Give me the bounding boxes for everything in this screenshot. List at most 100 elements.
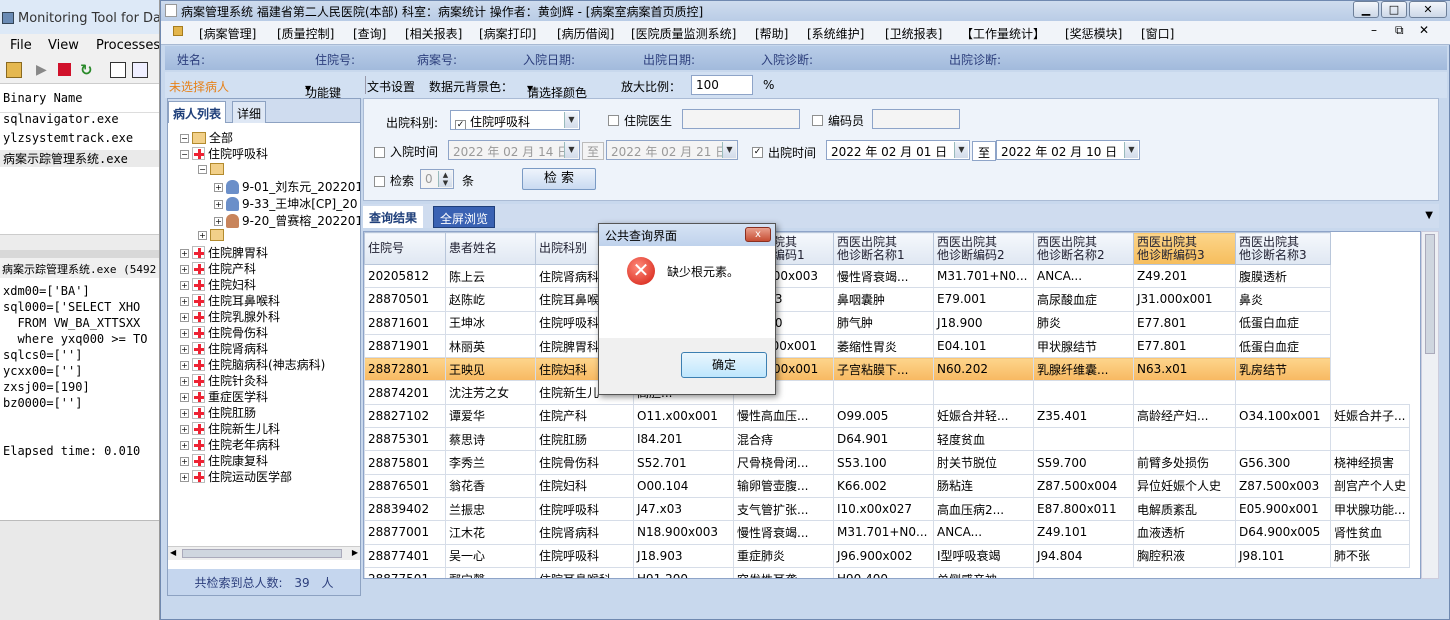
menu-item[interactable]: [病案打印]	[479, 25, 536, 42]
table-cell[interactable]: 高龄经产妇...	[1133, 403, 1236, 429]
calendar-dropdown-icon[interactable]: ▼	[954, 142, 968, 158]
dialog-close-button[interactable]: x	[745, 227, 771, 242]
table-cell[interactable]: I10.x00x027	[833, 496, 934, 522]
table-cell[interactable]: O99.005	[833, 403, 934, 429]
window-icon[interactable]	[110, 62, 126, 78]
column-header[interactable]: 患者姓名	[445, 232, 536, 265]
tree-dept[interactable]: + 住院产科	[180, 260, 256, 277]
chevron-down-icon[interactable]: ▼	[564, 112, 578, 128]
table-cell[interactable]: H90.400	[833, 566, 934, 578]
menu-item[interactable]: [病案管理]	[199, 25, 256, 42]
table-row[interactable]: 28839402 兰振忠 住院呼吸科 J47.x03 支气管扩张... I10.x00x0…	[364, 496, 1411, 522]
doctor-checkbox[interactable]	[608, 115, 619, 126]
collapse-icon[interactable]: −	[180, 150, 189, 159]
dept-checkbox[interactable]: ✓	[455, 120, 466, 129]
mdi-restore-icon[interactable]: ⧉	[1395, 23, 1404, 38]
open-icon[interactable]	[6, 62, 22, 78]
column-header[interactable]: 西医出院其 他诊断编码3	[1133, 232, 1236, 265]
expand-icon[interactable]: +	[214, 183, 223, 192]
expand-icon[interactable]: +	[180, 409, 189, 418]
column-header[interactable]: 住院号	[364, 232, 446, 265]
menu-item[interactable]: [相关报表]	[405, 25, 462, 42]
table-cell[interactable]	[1033, 427, 1134, 452]
expand-icon[interactable]: +	[180, 329, 189, 338]
table-cell[interactable]: 20205812	[364, 263, 446, 289]
table-cell[interactable]: 王映见	[445, 357, 536, 382]
table-cell[interactable]: 28875301	[364, 427, 446, 452]
calendar-dropdown-icon[interactable]: ▼	[1124, 142, 1138, 158]
tree-dept[interactable]: + 住院针灸科	[180, 372, 268, 389]
table-row[interactable]: 28875301 蔡思诗 住院肛肠 I84.201 混合痔 D64.901 轻度贫血	[364, 427, 1411, 452]
table-cell[interactable]: 江木花	[445, 520, 536, 545]
table-cell[interactable]	[833, 380, 934, 405]
table-cell[interactable]: K66.002	[833, 473, 934, 498]
table-cell[interactable]: 28871601	[364, 310, 446, 335]
table-cell[interactable]: O34.100x001	[1235, 403, 1331, 429]
table-cell[interactable]: O11.x00x001	[633, 403, 734, 429]
tree-patient[interactable]: +9-33_王坤冰[CP]_20	[214, 195, 357, 212]
table-cell[interactable]: 慢性肾衰竭...	[833, 263, 934, 289]
table-cell[interactable]: Z49.201	[1133, 263, 1236, 289]
tree-patient[interactable]: +9-01_刘东元_202201	[214, 178, 360, 195]
table-cell[interactable]: Z49.101	[1033, 520, 1134, 545]
table-cell[interactable]: J94.804	[1033, 543, 1134, 568]
table-cell[interactable]: 肺气肿	[833, 310, 934, 335]
tab-fullscreen[interactable]: 全屏浏览	[433, 206, 496, 228]
play-icon[interactable]: ▶	[36, 62, 52, 78]
expand-icon[interactable]: +	[180, 441, 189, 450]
table-cell[interactable]: Z87.500x003	[1235, 473, 1331, 498]
expand-icon[interactable]: +	[180, 313, 189, 322]
table-cell[interactable]: ANCA...	[933, 520, 1034, 545]
search-count-spinner[interactable]: 0 ▲ ▼	[420, 169, 454, 189]
expand-icon[interactable]: +	[180, 457, 189, 466]
bg-menu-view[interactable]: View	[48, 38, 79, 53]
list-icon[interactable]	[132, 62, 148, 78]
binary-item-selected[interactable]: 病案示踪管理系统.exe	[0, 150, 159, 167]
tree-dept[interactable]: + 住院脑病科(神志病科)	[180, 356, 325, 373]
tree-node-dept-open[interactable]: − 住院呼吸科	[180, 145, 268, 162]
table-cell[interactable]: 支气管扩张...	[733, 496, 834, 522]
collapse-icon[interactable]: −	[198, 165, 207, 174]
table-cell[interactable]: E05.900x001	[1235, 496, 1331, 522]
table-cell[interactable]: 甲状腺功能...	[1329, 496, 1411, 522]
table-cell[interactable]: 住院产科	[535, 403, 634, 429]
table-cell[interactable]: 萎缩性胃炎	[833, 333, 934, 359]
table-cell[interactable]: O00.104	[633, 473, 734, 498]
tree-dept[interactable]: + 重症医学科	[180, 388, 268, 405]
collapse-icon[interactable]: −	[180, 134, 189, 143]
table-cell[interactable]: ANCA...	[1033, 263, 1134, 289]
table-cell[interactable]	[1235, 380, 1331, 405]
table-cell[interactable]: S59.700	[1033, 450, 1134, 475]
table-cell[interactable]: 住院骨伤科	[535, 450, 634, 475]
table-cell[interactable]: N60.202	[933, 357, 1034, 382]
table-cell[interactable]: E87.800x011	[1033, 496, 1134, 522]
tree-dept[interactable]: + 住院新生儿科	[180, 420, 280, 437]
table-cell[interactable]: N63.x01	[1133, 357, 1236, 382]
table-row[interactable]: 28870501赵陈屹住院耳鼻喉耳聋J39.203鼻咽囊肿E79.001高尿酸血…	[364, 287, 1410, 312]
table-cell[interactable]: 妊娠合并轻...	[933, 403, 1034, 429]
table-cell[interactable]: 谭爱华	[445, 403, 536, 429]
table-cell[interactable]	[1133, 427, 1236, 452]
expand-icon[interactable]: +	[214, 217, 223, 226]
bg-splitter[interactable]	[0, 250, 159, 258]
table-cell[interactable]: 肠粘连	[933, 473, 1034, 498]
table-cell[interactable]: G56.300	[1235, 450, 1331, 475]
scroll-thumb[interactable]	[182, 549, 342, 558]
table-cell[interactable]: 慢性高血压...	[733, 403, 834, 429]
column-header[interactable]: 西医出院其 他诊断名称2	[1033, 232, 1134, 265]
tree-horizontal-scrollbar[interactable]: ◀ ▶	[168, 546, 360, 560]
table-row[interactable]: 28876501 翁花香 住院妇科 O00.104 输卵管壶腹... K66.002 肠粘连…	[364, 473, 1411, 498]
expand-icon[interactable]: +	[180, 425, 189, 434]
table-cell[interactable]: 28827102	[364, 403, 446, 429]
table-row[interactable]: 28877001 江木花 住院肾病科 N18.900x003 慢性肾衰竭... M31.7…	[364, 520, 1411, 545]
table-cell[interactable]: 住院耳鼻喉科	[535, 566, 634, 578]
menu-item[interactable]: [帮助]	[755, 25, 788, 42]
table-cell[interactable]: 28839402	[364, 496, 446, 522]
table-cell[interactable]	[1235, 427, 1331, 452]
table-cell[interactable]: 慢性肾衰竭...	[733, 520, 834, 545]
bg-menu-file[interactable]: File	[10, 38, 32, 53]
table-row[interactable]: 20205812陈上云住院肾病科肺炎N18.900x003慢性肾衰竭...M31…	[364, 263, 1410, 289]
table-cell[interactable]: 低蛋白血症	[1235, 310, 1331, 335]
table-cell[interactable]: 翁花香	[445, 473, 536, 498]
menu-item[interactable]: [医院质量监测系统]	[631, 25, 736, 42]
